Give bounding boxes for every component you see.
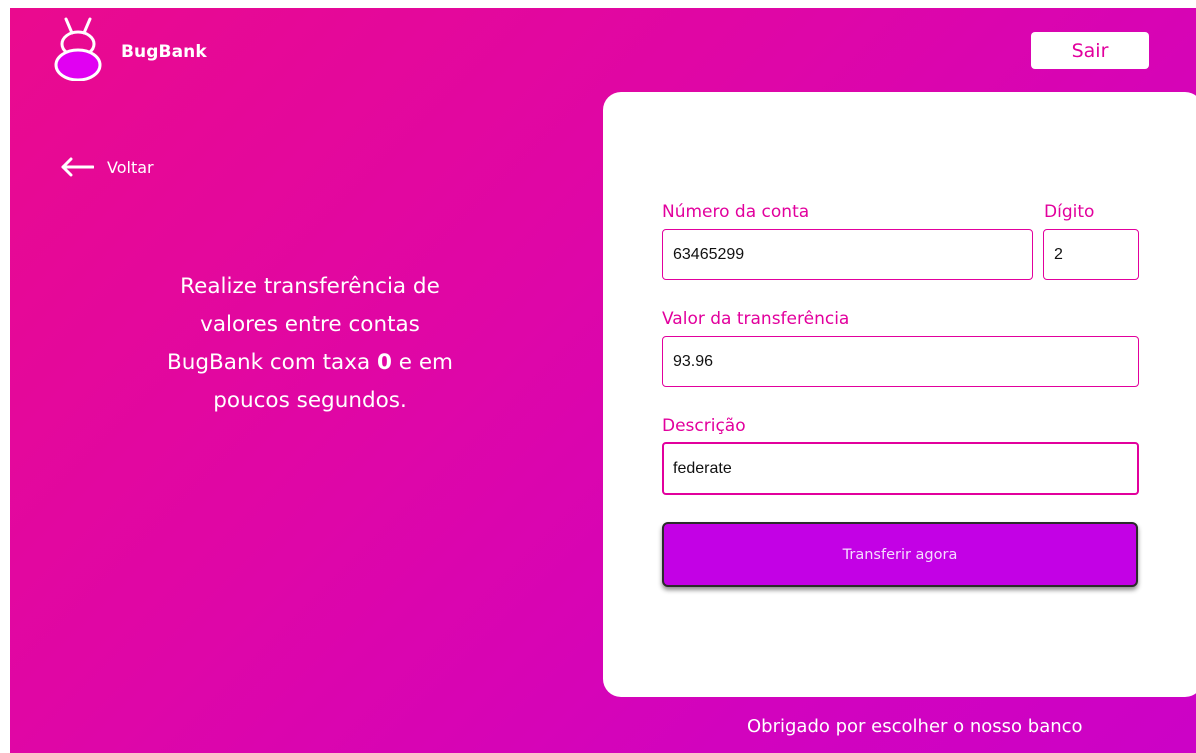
promo-text: Realize transferência de valores entre c… [130,268,490,420]
promo-line: Realize transferência de [180,274,440,299]
promo-fee-value: 0 [376,350,392,375]
transfer-card: Número da conta Dígito Valor da transfer… [603,92,1196,697]
promo-line: valores entre contas [200,312,420,337]
footer-text: Obrigado por escolher o nosso banco [747,716,1083,737]
logo[interactable]: BugBank [52,17,207,81]
arrow-left-icon [60,157,94,177]
promo-text-part: e em [391,350,453,375]
back-link[interactable]: Voltar [60,157,154,177]
bug-logo-icon [52,17,104,81]
brand-name: BugBank [121,42,207,62]
digit-label: Dígito [1044,202,1095,222]
account-number-input[interactable] [662,229,1033,280]
promo-line: poucos segundos. [213,388,407,413]
digit-input[interactable] [1043,229,1139,280]
description-input[interactable] [662,442,1139,495]
transfer-amount-label: Valor da transferência [662,309,850,329]
description-label: Descrição [662,416,746,436]
promo-line: BugBank com taxa 0 e em [130,344,490,382]
app-background: BugBank Sair Voltar Realize transferênci… [10,8,1196,753]
promo-text-part: BugBank com taxa [167,350,377,375]
transfer-now-button[interactable]: Transferir agora [662,522,1138,587]
account-number-label: Número da conta [662,202,810,222]
back-label: Voltar [107,157,154,177]
logout-button[interactable]: Sair [1031,32,1149,69]
transfer-amount-input[interactable] [662,336,1139,387]
